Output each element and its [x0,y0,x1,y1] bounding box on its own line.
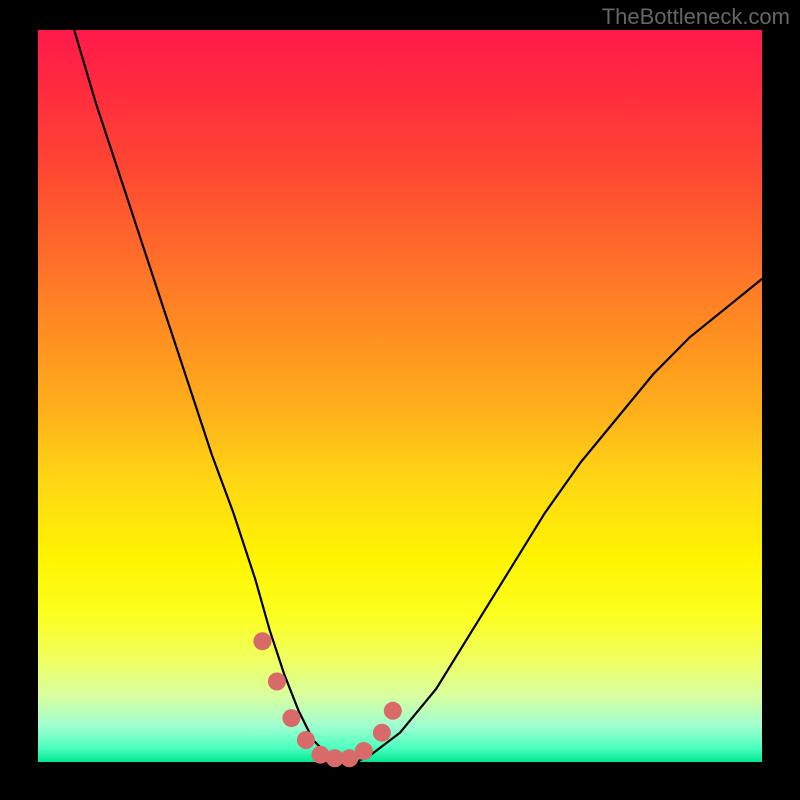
chart-svg [38,30,762,762]
highlight-marker [282,709,300,727]
highlight-marker [373,724,391,742]
highlight-marker [355,742,373,760]
bottleneck-curve [74,30,762,762]
watermark-text: TheBottleneck.com [602,4,790,30]
highlight-marker [253,632,271,650]
highlight-marker [268,673,286,691]
curve-group [74,30,762,762]
highlight-marker [297,731,315,749]
highlight-marker [384,702,402,720]
